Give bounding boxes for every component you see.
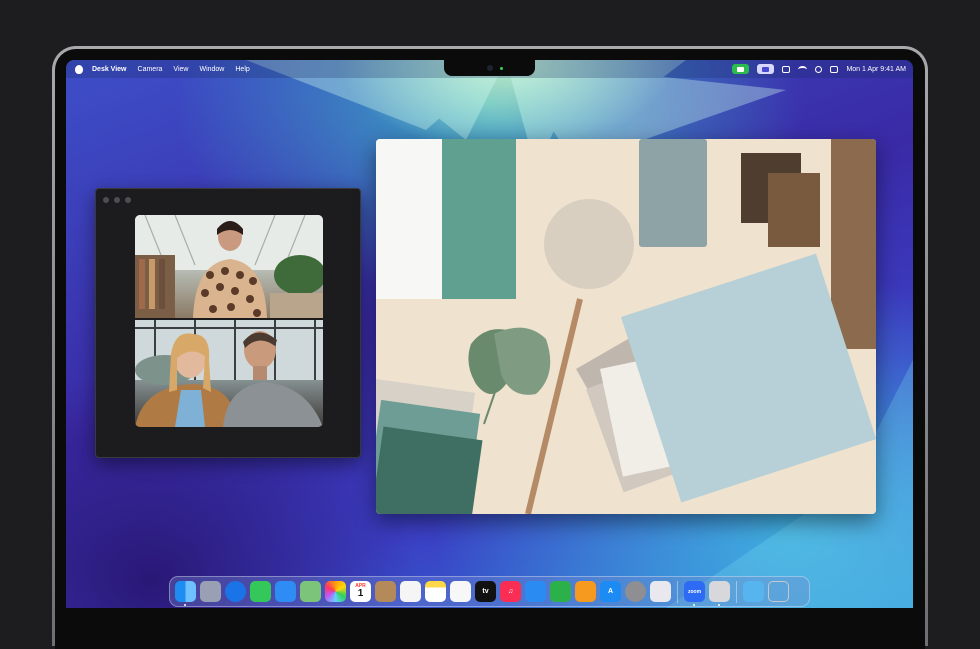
video-feed-remote-participant	[135, 215, 323, 318]
screen-bottom-bezel	[55, 608, 925, 622]
desk-view-camera-feed	[376, 139, 876, 514]
dock: APR 1 tv ♫ A zoom	[169, 576, 810, 607]
minimize-window-button[interactable]	[114, 197, 120, 203]
iphone-mirroring-icon[interactable]	[650, 581, 671, 602]
calendar-icon[interactable]: APR 1	[350, 581, 371, 602]
screen-share-icon[interactable]	[757, 64, 775, 74]
safari-icon[interactable]	[225, 581, 246, 602]
app-store-icon[interactable]: A	[600, 581, 621, 602]
calendar-day: 1	[357, 588, 364, 599]
running-indicator	[693, 604, 695, 606]
control-center-icon[interactable]	[830, 65, 839, 73]
running-indicator	[718, 604, 720, 606]
menu-view[interactable]: View	[173, 66, 188, 73]
music-icon[interactable]: ♫	[500, 581, 521, 602]
zoom-label: zoom	[687, 588, 702, 595]
keynote-icon[interactable]	[525, 581, 546, 602]
wifi-icon[interactable]	[798, 65, 808, 73]
video-tile-self[interactable]	[135, 320, 323, 427]
mail-icon[interactable]	[275, 581, 296, 602]
camera-indicator-light	[500, 67, 503, 70]
spotlight-search-icon[interactable]	[815, 65, 823, 73]
running-indicator	[184, 604, 186, 606]
menu-window[interactable]: Window	[199, 66, 224, 73]
menu-camera[interactable]: Camera	[138, 66, 163, 73]
camera-notch	[444, 60, 535, 76]
desk-view-window[interactable]	[376, 139, 876, 514]
messages-icon[interactable]	[250, 581, 271, 602]
menu-app-name[interactable]: Desk View	[92, 66, 127, 73]
apple-icon[interactable]	[75, 64, 83, 74]
notes-icon[interactable]	[425, 581, 446, 602]
system-settings-icon[interactable]	[625, 581, 646, 602]
close-window-button[interactable]	[103, 197, 109, 203]
tv-icon[interactable]: tv	[475, 581, 496, 602]
dock-separator	[677, 580, 678, 603]
desk-view-icon[interactable]	[709, 581, 730, 606]
reminders-icon[interactable]	[400, 581, 421, 602]
zoom-window-button[interactable]	[125, 197, 131, 203]
contacts-icon[interactable]	[375, 581, 396, 602]
camera-lens	[487, 65, 493, 71]
freeform-icon[interactable]	[450, 581, 471, 602]
photos-icon[interactable]	[325, 581, 346, 602]
dock-separator	[736, 580, 737, 603]
trash-icon[interactable]	[768, 581, 789, 602]
menu-help[interactable]: Help	[235, 66, 249, 73]
menu-clock[interactable]: Mon 1 Apr 9:41 AM	[846, 66, 906, 73]
video-tile-remote[interactable]	[135, 215, 323, 318]
camera-in-use-icon[interactable]	[732, 64, 750, 74]
launchpad-icon[interactable]	[200, 581, 221, 602]
video-feed-self	[135, 320, 323, 427]
keyboard-brightness-icon[interactable]	[782, 65, 791, 73]
status-area: Mon 1 Apr 9:41 AM	[732, 60, 906, 78]
finder-icon[interactable]	[175, 581, 196, 606]
window-controls	[103, 197, 131, 203]
tv-label: tv	[482, 588, 489, 595]
zoom-icon[interactable]: zoom	[684, 581, 705, 606]
pages-icon[interactable]	[575, 581, 596, 602]
downloads-folder-icon[interactable]	[743, 581, 764, 602]
maps-icon[interactable]	[300, 581, 321, 602]
numbers-icon[interactable]	[550, 581, 571, 602]
facetime-window[interactable]	[95, 188, 361, 458]
